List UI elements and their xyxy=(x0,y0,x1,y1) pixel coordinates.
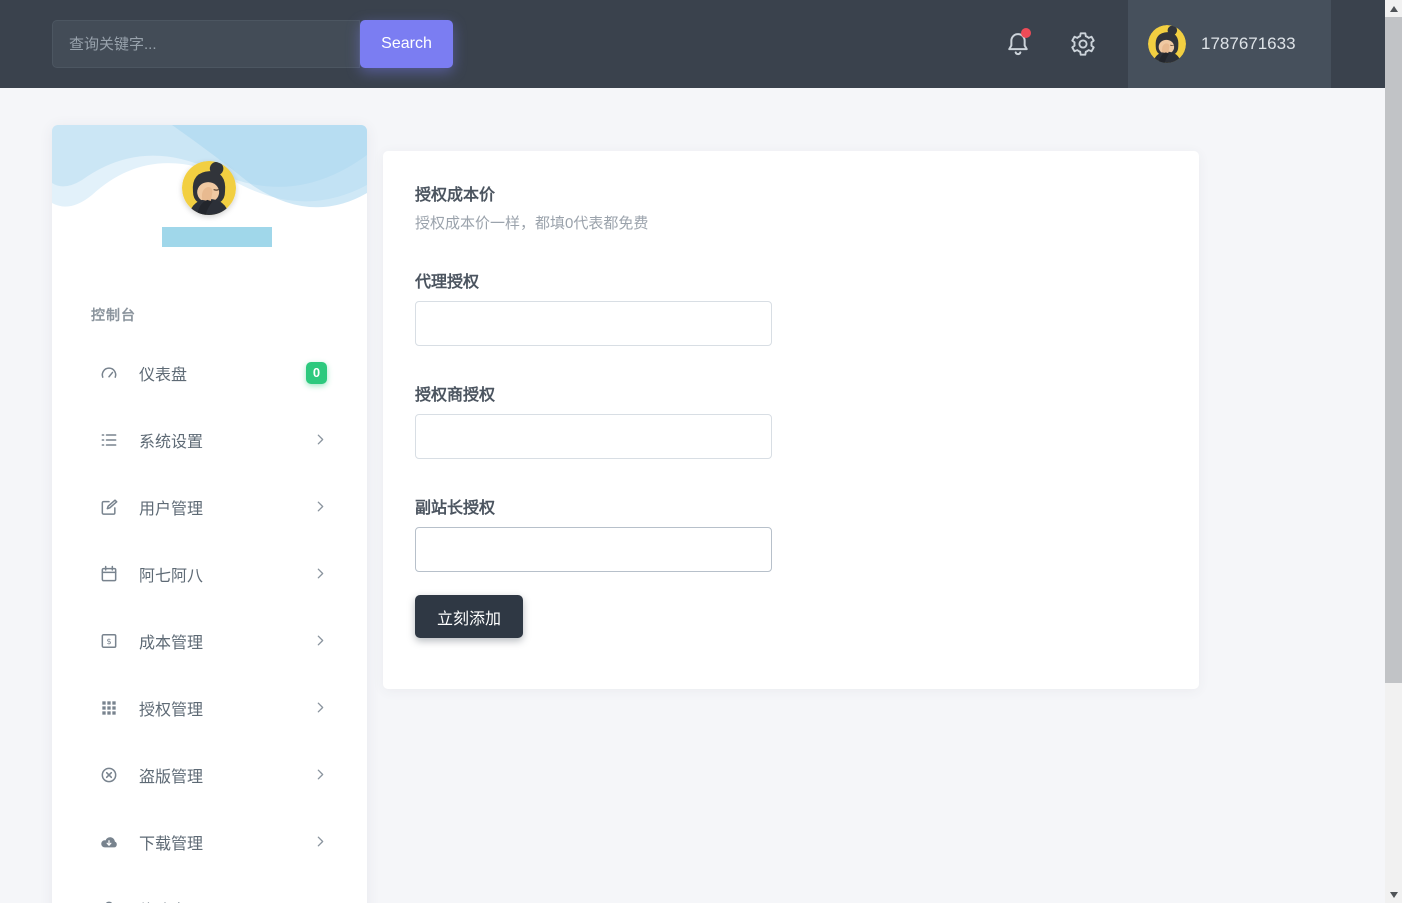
chevron-right-icon xyxy=(314,567,327,580)
sidebar-item-label: 成本管理 xyxy=(139,629,203,653)
sidebar-menu: 仪表盘 0 系统设置 用户管理 xyxy=(52,339,367,903)
sidebar-item-label: 盗版管理 xyxy=(139,763,203,787)
auth-cost-card: 授权成本价 授权成本价一样，都填0代表都免费 代理授权 授权商授权 副站长授权 … xyxy=(383,151,1199,689)
authorizer-auth-input[interactable] xyxy=(415,414,772,459)
sidebar-item-system-settings[interactable]: 系统设置 xyxy=(52,406,367,473)
sidebar-item-label: 修改密码 xyxy=(139,897,203,903)
scroll-up-arrow[interactable] xyxy=(1385,0,1402,17)
lock-icon xyxy=(99,899,119,903)
add-now-button[interactable]: 立刻添加 xyxy=(415,595,523,638)
gauge-icon xyxy=(99,363,119,383)
gear-icon xyxy=(1069,30,1097,58)
scrollbar-thumb[interactable] xyxy=(1385,17,1402,683)
search-button[interactable]: Search xyxy=(360,20,453,68)
agent-auth-input[interactable] xyxy=(415,301,772,346)
sidebar-item-aqiaba[interactable]: 阿七阿八 xyxy=(52,540,367,607)
sidebar-item-label: 阿七阿八 xyxy=(139,562,203,586)
deputy-webmaster-auth-label: 副站长授权 xyxy=(415,494,495,518)
profile-avatar xyxy=(182,161,236,215)
vertical-scrollbar xyxy=(1385,0,1402,903)
agent-auth-label: 代理授权 xyxy=(415,268,479,292)
scroll-down-arrow[interactable] xyxy=(1385,886,1402,903)
search-input[interactable] xyxy=(52,20,360,68)
username-label: 1787671633 xyxy=(1201,34,1296,54)
search-group: Search xyxy=(52,20,453,68)
grid-icon xyxy=(99,698,119,718)
sidebar-item-label: 用户管理 xyxy=(139,495,203,519)
user-menu[interactable]: 1787671633 xyxy=(1128,0,1331,88)
card-subtitle: 授权成本价一样，都填0代表都免费 xyxy=(415,212,648,233)
deputy-webmaster-auth-input[interactable] xyxy=(415,527,772,572)
chevron-right-icon xyxy=(314,634,327,647)
sidebar-item-label: 授权管理 xyxy=(139,696,203,720)
username-highlight-bar xyxy=(162,227,272,247)
count-badge: 0 xyxy=(306,362,327,384)
chevron-right-icon xyxy=(314,500,327,513)
sidebar-item-piracy-management[interactable]: 盗版管理 xyxy=(52,741,367,808)
sidebar-item-label: 仪表盘 xyxy=(139,361,187,385)
notification-badge-dot xyxy=(1021,28,1031,38)
settings-button[interactable] xyxy=(1069,30,1097,58)
sidebar-item-download-management[interactable]: 下载管理 xyxy=(52,808,367,875)
list-icon xyxy=(99,430,119,450)
sidebar-item-cost-management[interactable]: $ 成本管理 xyxy=(52,607,367,674)
edit-doc-icon xyxy=(99,497,119,517)
card-title: 授权成本价 xyxy=(415,181,495,205)
notifications-button[interactable] xyxy=(1004,30,1032,58)
sidebar-item-label: 下载管理 xyxy=(139,830,203,854)
authorizer-auth-label: 授权商授权 xyxy=(415,381,495,405)
calendar-icon xyxy=(99,564,119,584)
chevron-right-icon xyxy=(314,701,327,714)
money-icon: $ xyxy=(99,631,119,651)
user-avatar xyxy=(1148,25,1186,63)
sidebar-item-dashboard[interactable]: 仪表盘 0 xyxy=(52,339,367,406)
top-navbar: Search 1787671633 xyxy=(0,0,1385,88)
cloud-download-icon xyxy=(99,832,119,852)
chevron-right-icon xyxy=(314,768,327,781)
sidebar-item-auth-management[interactable]: 授权管理 xyxy=(52,674,367,741)
sidebar-item-change-password[interactable]: 修改密码 xyxy=(52,875,367,903)
chevron-right-icon xyxy=(314,835,327,848)
sidebar-section-label: 控制台 xyxy=(91,305,136,325)
svg-text:$: $ xyxy=(106,635,111,645)
sidebar-item-user-management[interactable]: 用户管理 xyxy=(52,473,367,540)
sidebar: 控制台 仪表盘 0 系统设置 xyxy=(52,125,367,903)
chevron-right-icon xyxy=(314,433,327,446)
circle-x-icon xyxy=(99,765,119,785)
sidebar-item-label: 系统设置 xyxy=(139,428,203,452)
